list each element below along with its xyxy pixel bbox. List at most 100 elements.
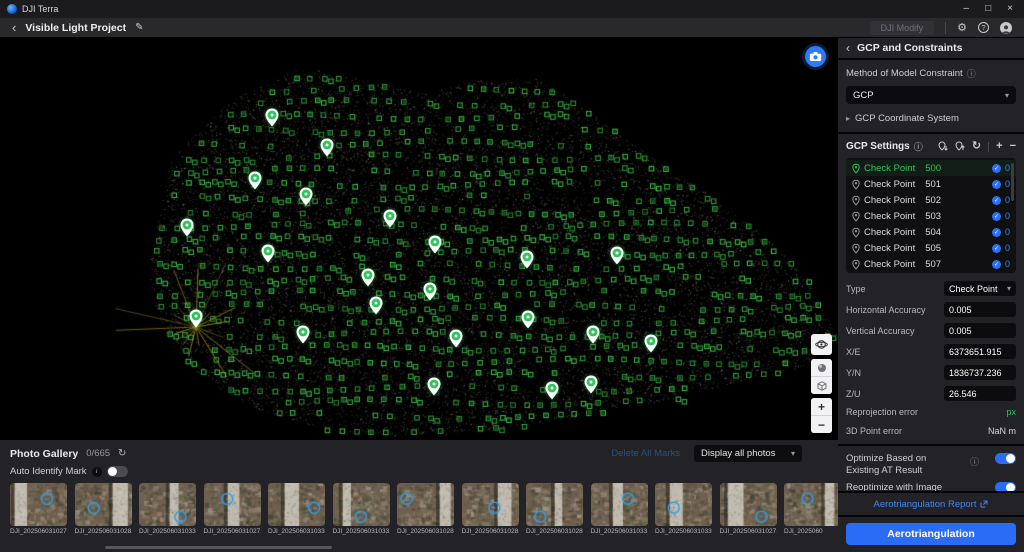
close-button[interactable]: × [1007,0,1013,18]
gcp-pin-marker[interactable] [610,246,624,265]
horizontal-accuracy-field[interactable]: 0.005 [944,302,1016,317]
gcp-pin-marker[interactable] [261,244,275,263]
xe-field[interactable]: 6373651.915 [944,344,1016,359]
gcp-pin-marker[interactable] [644,334,658,353]
gcp-list-row[interactable]: Check Point507✓0 [846,256,1016,272]
gcp-pin-marker[interactable] [520,250,534,269]
gcp-coordinate-system-expander[interactable]: ▸ GCP Coordinate System [846,113,1016,124]
gcp-list-row[interactable]: Check Point501✓0 [846,176,1016,192]
point-cloud-mode-button[interactable] [811,359,832,376]
aerotriangulation-button[interactable]: Aerotriangulation [846,523,1016,545]
gcp-pin-marker[interactable] [248,171,262,190]
photo-image [139,483,196,526]
photo-thumbnail[interactable]: DJI_202506031033... [139,483,196,535]
gcp-row-id: 502 [925,195,941,206]
gcp-pin-marker[interactable] [265,108,279,127]
gcp-pin-marker[interactable] [180,218,194,237]
optimize-toggle[interactable] [995,453,1016,464]
horizontal-accuracy-label: Horizontal Accuracy [846,305,926,315]
gcp-pin-marker[interactable] [545,381,559,400]
help-icon[interactable]: ? [978,22,989,33]
marked-check-icon: ✓ [992,164,1001,173]
zoom-in-button[interactable]: + [811,398,832,415]
clipped-option-toggle[interactable] [995,482,1016,491]
gallery-refresh-icon[interactable]: ↻ [118,448,126,459]
model-mode-button[interactable] [811,377,832,394]
gallery-scrollbar[interactable] [105,546,332,549]
photo-filename: DJI_202506031033... [333,528,390,535]
maximize-button[interactable]: □ [985,0,991,18]
photo-thumbnail[interactable]: DJI_202506031027... [204,483,261,535]
vertical-accuracy-field[interactable]: 0.005 [944,323,1016,338]
dji-modify-button[interactable]: DJI Modify [870,21,935,35]
photo-thumbnail[interactable]: DJI_202506031033... [591,483,648,535]
info-icon[interactable]: ⓘ [967,67,976,80]
gcp-pin-marker[interactable] [361,268,375,287]
gcp-row-label: Check Point [864,259,915,270]
chevron-down-icon: ▾ [1007,284,1011,293]
back-button[interactable]: ‹ [12,19,16,37]
display-filter-dropdown[interactable]: Display all photos ▾ [694,445,802,462]
gcp-pin-marker[interactable] [383,209,397,228]
add-gcp-button[interactable]: + [996,141,1002,152]
photo-thumbnail[interactable]: DJI_202506031033... [333,483,390,535]
photo-thumbnail[interactable]: DJI_202506031027... [10,483,67,535]
aerotriangulation-report-link[interactable]: Aerotriangulation Report [874,499,977,510]
user-avatar[interactable] [1000,22,1012,34]
photo-thumbnail[interactable]: DJI_202506031033... [268,483,325,535]
gcp-pin-marker[interactable] [320,138,334,157]
photo-thumbnail[interactable]: DJI_202506031028... [75,483,132,535]
external-link-icon [980,500,988,508]
delete-all-marks-button[interactable]: Delete All Marks [611,448,680,459]
gcp-row-label: Check Point [864,163,915,174]
optimize-section: Optimize Based on Existing AT Result ⓘ R… [838,446,1024,491]
photo-thumbnail[interactable]: DJI_202506031033... [655,483,712,535]
remove-gcp-button[interactable]: − [1010,141,1016,152]
gcp-pin-marker[interactable] [296,325,310,344]
zoom-out-button[interactable]: − [811,416,832,433]
gcp-pin-marker[interactable] [428,235,442,254]
photo-image [655,483,712,526]
gcp-pin-marker[interactable] [423,282,437,301]
screenshot-camera-button[interactable] [805,46,826,67]
info-icon[interactable]: i [92,467,102,477]
photo-thumbnail[interactable]: DJI_202506031028... [526,483,583,535]
photo-thumbnail[interactable]: DJI_202506031028... [397,483,454,535]
gcp-pin-marker-selected[interactable] [189,309,203,328]
gcp-list-row[interactable]: Check Point503✓0 [846,208,1016,224]
coordinate-view-button[interactable] [811,334,832,355]
yn-field[interactable]: 1836737.236 [944,365,1016,380]
photo-thumbnail[interactable]: DJI_2025060 [784,483,838,535]
gcp-pin-marker[interactable] [586,325,600,344]
gcp-list-row[interactable]: Check Point504✓0 [846,224,1016,240]
type-select[interactable]: Check Point ▾ [944,281,1016,296]
refresh-gcp-icon[interactable]: ↻ [972,141,981,152]
photo-filename: DJI_202506031033... [655,528,712,535]
list-scrollbar[interactable] [1011,163,1014,201]
zu-field[interactable]: 26.546 [944,386,1016,401]
gcp-list-row[interactable]: Check Point505✓0 [846,240,1016,256]
minimize-button[interactable]: – [964,0,970,18]
gcp-list-row[interactable]: Check Point502✓0 [846,192,1016,208]
gcp-pin-marker[interactable] [427,377,441,396]
auto-identify-toggle[interactable] [107,466,128,477]
export-gcp-icon[interactable] [955,141,965,152]
gcp-pin-marker[interactable] [449,329,463,348]
import-gcp-icon[interactable] [938,141,948,152]
viewport[interactable]: + − [0,38,838,438]
gcp-pin-icon [852,195,860,206]
method-select[interactable]: GCP ▾ [846,86,1016,104]
photo-thumbnail[interactable]: DJI_202506031027... [720,483,777,535]
panel-back-button[interactable]: ‹ [846,41,850,55]
gcp-pin-marker[interactable] [369,296,383,315]
gcp-pin-icon [852,211,860,222]
edit-project-name-icon[interactable]: ✎ [135,22,143,33]
info-icon[interactable]: ⓘ [970,455,979,468]
gcp-pin-marker[interactable] [521,310,535,329]
gcp-pin-marker[interactable] [299,187,313,206]
gcp-pin-marker[interactable] [584,375,598,394]
gcp-list-row[interactable]: Check Point500✓0 [846,160,1016,176]
settings-gear-icon[interactable]: ⚙ [957,21,967,34]
info-icon[interactable]: ⓘ [914,140,923,153]
photo-thumbnail[interactable]: DJI_202506031028... [462,483,519,535]
